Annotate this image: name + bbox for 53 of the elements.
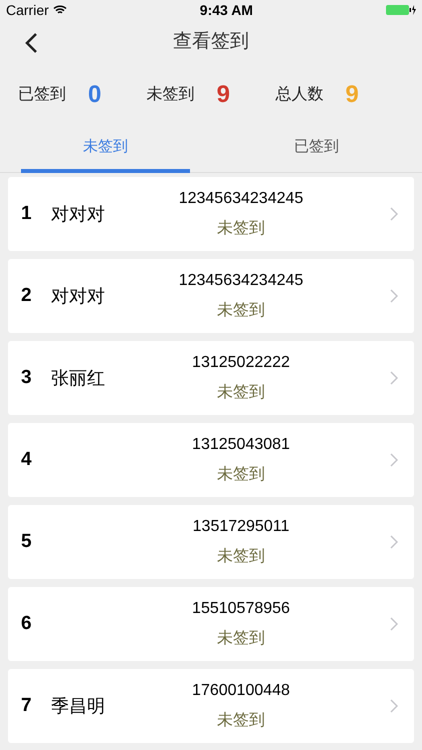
row-number: 7 xyxy=(21,694,33,718)
chevron-icon xyxy=(390,371,398,385)
status-label: 未签到 xyxy=(217,546,265,567)
status-label: 未签到 xyxy=(217,464,265,485)
chevron-icon xyxy=(390,617,398,631)
stat-value: 0 xyxy=(88,80,102,110)
phone-number: 17600100448 xyxy=(192,681,290,701)
member-name: 对对对 xyxy=(51,286,105,306)
member-card[interactable]: 1 对对对 12345634234245 未签到 xyxy=(8,177,414,251)
member-name: 对对对 xyxy=(51,204,105,224)
carrier-label: Carrier xyxy=(6,0,49,20)
stat-value: 9 xyxy=(216,80,230,110)
member-card[interactable]: 7 季昌明 17600100448 未签到 xyxy=(8,669,414,743)
stat-label: 未签到 xyxy=(146,84,195,105)
member-card[interactable]: 2 对对对 12345634234245 未签到 xyxy=(8,259,414,333)
member-card[interactable]: 3 张丽红 13125022222 未签到 xyxy=(8,341,414,415)
stat-label: 已签到 xyxy=(18,85,66,105)
chevron-icon xyxy=(390,535,398,549)
tab[interactable]: 未签到 xyxy=(21,125,190,173)
phone-number: 12345634234245 xyxy=(178,189,304,209)
phone-number: 15510578956 xyxy=(192,599,290,619)
phone-number: 13517295011 xyxy=(192,517,290,537)
member-card[interactable]: 4 13125043081 未签到 xyxy=(8,423,414,497)
status-label: 未签到 xyxy=(217,382,265,403)
row-number: 4 xyxy=(21,448,33,472)
status-label: 未签到 xyxy=(217,628,265,649)
chevron-icon xyxy=(390,289,398,303)
member-card[interactable]: 5 13517295011 未签到 xyxy=(8,505,414,579)
stat-label: 总人数 xyxy=(275,85,324,105)
row-number: 2 xyxy=(21,284,33,308)
member-name: 张丽红 xyxy=(51,368,105,388)
phone-number: 13125043081 xyxy=(192,435,290,455)
status-label: 未签到 xyxy=(217,218,265,239)
row-number: 6 xyxy=(21,612,33,636)
chevron-icon xyxy=(390,699,398,713)
wifi-icon xyxy=(52,5,67,15)
chevron-icon xyxy=(390,207,398,221)
battery-icon xyxy=(386,4,416,16)
member-name: 季昌明 xyxy=(51,696,105,716)
status-label: 未签到 xyxy=(217,300,265,321)
row-number: 1 xyxy=(21,202,33,226)
clock-time: 9:43 AM xyxy=(200,0,253,20)
stat-value: 9 xyxy=(345,80,359,110)
status-label: 未签到 xyxy=(217,710,265,731)
row-number: 3 xyxy=(21,366,33,390)
back-icon[interactable] xyxy=(24,32,38,54)
tab[interactable]: 已签到 xyxy=(232,125,401,173)
row-number: 5 xyxy=(21,530,33,554)
phone-number: 13125022222 xyxy=(192,353,290,373)
chevron-icon xyxy=(390,453,398,467)
phone-number: 12345634234245 xyxy=(178,271,304,291)
member-card[interactable]: 6 15510578956 未签到 xyxy=(8,587,414,661)
page-title: 查看签到 xyxy=(173,30,249,54)
